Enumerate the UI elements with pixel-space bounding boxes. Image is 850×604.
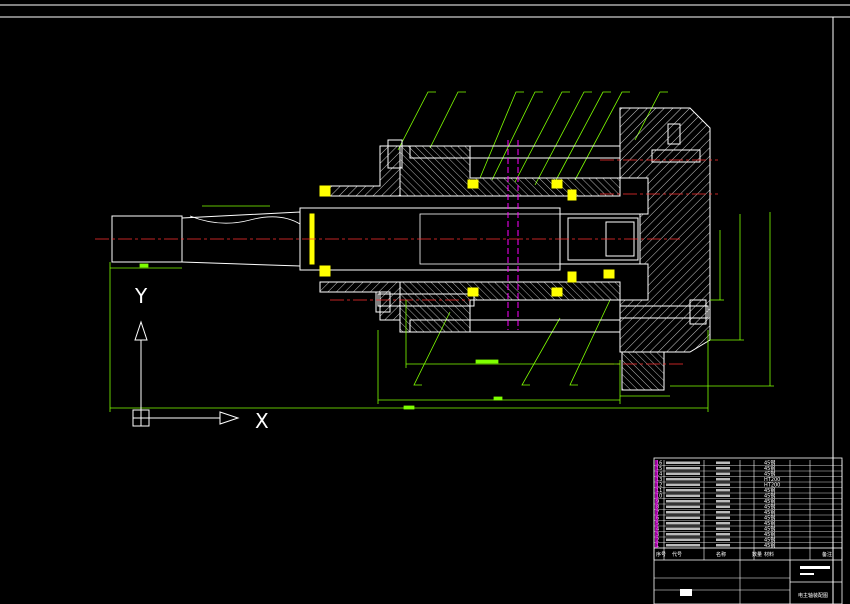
- part-name-smudge: [716, 505, 730, 508]
- part-name-smudge: [716, 472, 730, 475]
- part-name-smudge: [716, 483, 730, 486]
- bearing: [567, 189, 577, 201]
- y-axis-label: Y: [134, 284, 148, 308]
- parts-list: 1645钢1545钢1445钢13HT20012HT2001145钢1045钢9…: [653, 460, 843, 560]
- parts-row: 645钢: [654, 515, 842, 522]
- part-name-smudge: [716, 522, 730, 525]
- dim-text-box: [475, 359, 499, 364]
- part-code-smudge: [666, 505, 700, 508]
- parts-row: 12 HT200: [654, 483, 842, 489]
- header-no: 序号: [656, 551, 666, 558]
- part-name-smudge: [716, 516, 730, 519]
- header-qty: 数量: [752, 551, 762, 558]
- header-remark: 备注: [822, 551, 832, 558]
- bearing: [319, 185, 331, 197]
- parts-row: 15 45钢: [654, 465, 842, 472]
- part-name-smudge: [716, 511, 730, 514]
- part-name-smudge: [716, 467, 730, 470]
- sleeve-upper: [399, 145, 621, 197]
- row-marker-strip: [655, 460, 658, 548]
- parts-row: 13 HT200: [654, 477, 842, 483]
- part-code-smudge: [666, 472, 700, 475]
- title-block: 1645钢1545钢1445钢13HT20012HT2001145钢1045钢9…: [653, 457, 843, 604]
- part-code-smudge: [666, 461, 700, 464]
- parts-row: 845钢: [654, 504, 842, 511]
- part-code-smudge: [666, 500, 700, 503]
- bearing: [319, 265, 331, 277]
- parts-row: 245钢: [654, 537, 842, 544]
- seal-lines: [507, 140, 519, 330]
- part-code-smudge: [666, 494, 700, 497]
- part-code-smudge: [666, 544, 700, 547]
- part-name-smudge: [716, 489, 730, 492]
- parts-row: 11 45钢: [654, 487, 842, 494]
- part-code-smudge: [666, 522, 700, 525]
- dim-text-box: [139, 263, 149, 268]
- parts-row: 10 45钢: [654, 493, 842, 500]
- parts-row: 545钢: [654, 520, 842, 527]
- drawing-name: 电主轴装配图: [798, 592, 828, 599]
- bearing: [603, 269, 615, 279]
- part-name-smudge: [716, 533, 730, 536]
- header-name: 名称: [716, 551, 726, 558]
- bearing: [467, 179, 479, 189]
- bearing: [467, 287, 479, 297]
- x-axis-label: X: [255, 409, 269, 433]
- sleeve-lower: [399, 281, 621, 333]
- parts-row: 345钢: [654, 531, 842, 538]
- part-code-smudge: [666, 538, 700, 541]
- part-code-smudge: [666, 478, 700, 481]
- part-name-smudge: [716, 538, 730, 541]
- bearing: [551, 287, 563, 297]
- part-code-smudge: [666, 467, 700, 470]
- part-code-smudge: [666, 489, 700, 492]
- part-name-smudge: [716, 494, 730, 497]
- part-code-smudge: [666, 527, 700, 530]
- part-code-smudge: [666, 533, 700, 536]
- part-name-smudge: [716, 527, 730, 530]
- header-code: 代号: [672, 551, 682, 558]
- dim-text-box: [493, 396, 503, 401]
- parts-row: 445钢: [654, 526, 842, 533]
- parts-row: 14 45钢: [654, 471, 842, 478]
- parts-row: 945钢: [654, 498, 842, 505]
- ucs-axis: [132, 320, 240, 427]
- part-name-smudge: [716, 461, 730, 464]
- bearing: [567, 271, 577, 283]
- rear-cap: [621, 351, 665, 391]
- header-material: 材料: [764, 551, 774, 558]
- front-housing-lower: [319, 281, 401, 321]
- part-code-smudge: [666, 516, 700, 519]
- parts-row: 745钢: [654, 509, 842, 516]
- part-name-smudge: [716, 544, 730, 547]
- part-code-smudge: [666, 483, 700, 486]
- cad-drawing: Y X 16 45钢15 45钢14 45钢13 HT20012 HT20011 45钢10…: [0, 4, 850, 604]
- part-name-smudge: [716, 478, 730, 481]
- spindle-assembly: [111, 107, 711, 391]
- part-name-smudge: [716, 500, 730, 503]
- bearing: [551, 179, 563, 189]
- dim-text-box: [403, 405, 415, 410]
- part-code-smudge: [666, 511, 700, 514]
- header-row: 序号 代号 名称 数量 材料 备注: [656, 551, 832, 558]
- parts-row: 16 45钢: [654, 460, 842, 467]
